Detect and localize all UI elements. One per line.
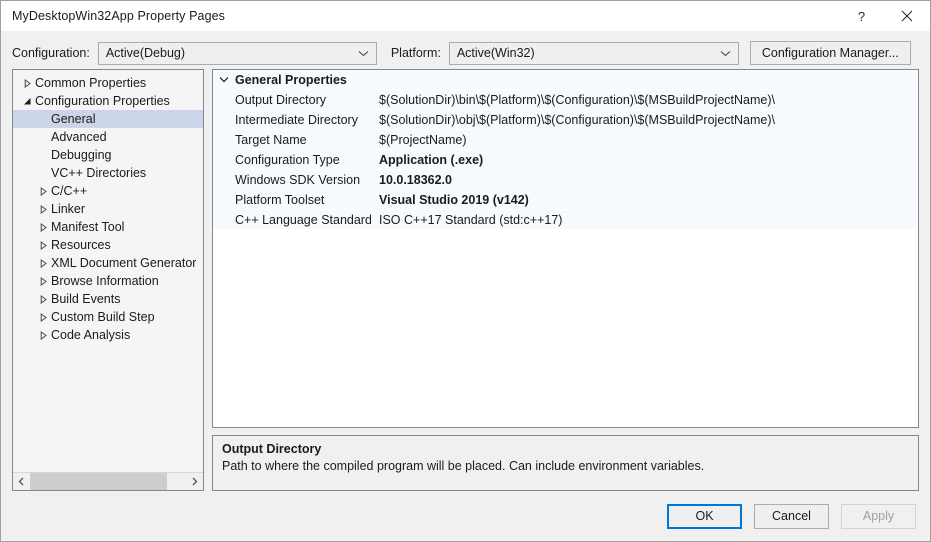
properties-tree[interactable]: Common Properties Configuration Propertie… [13, 70, 203, 472]
property-value[interactable]: ISO C++17 Standard (std:c++17) [371, 213, 918, 227]
description-title: Output Directory [222, 442, 322, 456]
property-row[interactable]: Platform Toolset Visual Studio 2019 (v142… [213, 189, 918, 209]
window-title: MyDesktopWin32App Property Pages [12, 9, 226, 23]
tree-item-common-properties[interactable]: Common Properties [13, 74, 203, 92]
property-row[interactable]: Windows SDK Version 10.0.18362.0 [213, 169, 918, 189]
triangle-right-icon[interactable] [19, 78, 35, 88]
property-name: Configuration Type [235, 152, 340, 167]
triangle-right-icon[interactable] [35, 222, 51, 232]
property-value[interactable]: Visual Studio 2019 (v142) [371, 193, 918, 207]
tree-item-resources[interactable]: Resources [13, 236, 203, 254]
configuration-dropdown-value: Active(Debug) [105, 46, 186, 60]
property-row[interactable]: Target Name $(ProjectName) [213, 129, 918, 149]
tree-item-advanced[interactable]: Advanced [13, 128, 203, 146]
properties-right-panel: General Properties Output Directory $(Sol… [212, 69, 919, 491]
chevron-down-icon [720, 46, 731, 60]
chevron-down-icon [358, 46, 369, 60]
svg-text:?: ? [858, 10, 865, 23]
triangle-right-icon[interactable] [35, 258, 51, 268]
tree-item-label: Custom Build Step [51, 310, 155, 324]
tree-item-label: Code Analysis [51, 328, 131, 342]
configuration-bar: Configuration: Active(Debug) Platform: A… [1, 37, 930, 69]
tree-item-manifest-tool[interactable]: Manifest Tool [13, 218, 203, 236]
configuration-dropdown[interactable]: Active(Debug) [97, 41, 377, 65]
ok-button[interactable]: OK [667, 503, 742, 529]
triangle-down-icon[interactable] [19, 97, 35, 106]
tree-item-label: General [51, 112, 96, 126]
tree-item-label: Resources [51, 238, 111, 252]
scrollbar-thumb[interactable] [30, 473, 168, 490]
platform-dropdown-value: Active(Win32) [456, 46, 535, 60]
tree-item-linker[interactable]: Linker [13, 200, 203, 218]
properties-tree-panel: Common Properties Configuration Propertie… [12, 69, 204, 491]
triangle-right-icon[interactable] [35, 312, 51, 322]
tree-item-label: Linker [51, 202, 86, 216]
property-row[interactable]: Configuration Type Application (.exe) [213, 149, 918, 169]
triangle-right-icon[interactable] [35, 294, 51, 304]
tree-item-debugging[interactable]: Debugging [13, 146, 203, 164]
tree-item-label: Browse Information [51, 274, 159, 288]
dialog-footer: OK Cancel Apply [1, 491, 930, 541]
description-text: Path to where the compiled program will … [222, 459, 705, 473]
property-grid-section-header[interactable]: General Properties [213, 70, 918, 89]
tree-item-label: Build Events [51, 292, 121, 306]
property-row[interactable]: Intermediate Directory $(SolutionDir)\obj… [213, 109, 918, 129]
tree-item-configuration-properties[interactable]: Configuration Properties [13, 92, 203, 110]
title-bar: MyDesktopWin32App Property Pages ? [1, 1, 930, 31]
tree-item-vc-directories[interactable]: VC++ Directories [13, 164, 203, 182]
property-grid-rows: Output Directory $(SolutionDir)\bin\$(Pla… [213, 89, 918, 229]
property-row[interactable]: Output Directory $(SolutionDir)\bin\$(Pla… [213, 89, 918, 109]
property-name: C++ Language Standard [235, 212, 371, 227]
chevron-left-icon[interactable] [13, 473, 30, 490]
tree-item-label: Common Properties [35, 76, 147, 90]
chevron-right-icon[interactable] [186, 473, 203, 490]
tree-horizontal-scrollbar[interactable] [13, 472, 203, 490]
property-pages-dialog: MyDesktopWin32App Property Pages ? Confi… [0, 0, 931, 542]
property-name: Intermediate Directory [235, 112, 358, 127]
tree-item-code-analysis[interactable]: Code Analysis [13, 326, 203, 344]
property-value[interactable]: Application (.exe) [371, 153, 918, 167]
triangle-right-icon[interactable] [35, 276, 51, 286]
tree-item-label: C/C++ [51, 184, 88, 198]
property-name: Output Directory [235, 92, 327, 107]
property-value[interactable]: 10.0.18362.0 [371, 173, 918, 187]
close-icon[interactable] [884, 1, 930, 31]
property-name: Platform Toolset [235, 192, 325, 207]
property-value[interactable]: $(SolutionDir)\bin\$(Platform)\$(Configu… [371, 93, 918, 107]
tree-item-label: Advanced [51, 130, 107, 144]
configuration-manager-button[interactable]: Configuration Manager... [749, 41, 911, 65]
cancel-button[interactable]: Cancel [754, 503, 829, 529]
tree-item-c-c[interactable]: C/C++ [13, 182, 203, 200]
tree-item-build-events[interactable]: Build Events [13, 290, 203, 308]
platform-label: Platform: [390, 46, 441, 60]
help-icon[interactable]: ? [839, 1, 884, 31]
property-value[interactable]: $(SolutionDir)\obj\$(Platform)\$(Configu… [371, 113, 918, 127]
scrollbar-track[interactable] [30, 473, 186, 490]
triangle-right-icon[interactable] [35, 186, 51, 196]
tree-item-label: Manifest Tool [51, 220, 125, 234]
tree-item-browse-information[interactable]: Browse Information [13, 272, 203, 290]
property-name: Windows SDK Version [235, 172, 361, 187]
property-value[interactable]: $(ProjectName) [371, 133, 918, 147]
tree-item-custom-build-step[interactable]: Custom Build Step [13, 308, 203, 326]
tree-item-label: VC++ Directories [51, 166, 147, 180]
triangle-right-icon[interactable] [35, 240, 51, 250]
property-grid-section-title: General Properties [235, 72, 347, 87]
platform-dropdown[interactable]: Active(Win32) [448, 41, 739, 65]
tree-item-general[interactable]: General [13, 110, 203, 128]
property-row[interactable]: C++ Language Standard ISO C++17 Standard … [213, 209, 918, 229]
tree-item-label: XML Document Generator [51, 256, 197, 270]
property-name: Target Name [235, 132, 307, 147]
chevron-down-icon[interactable] [213, 76, 235, 83]
apply-button: Apply [841, 503, 916, 529]
tree-item-xml-document-generator[interactable]: XML Document Generator [13, 254, 203, 272]
dialog-body: Common Properties Configuration Propertie… [1, 69, 930, 491]
tree-item-label: Configuration Properties [35, 94, 170, 108]
triangle-right-icon[interactable] [35, 204, 51, 214]
tree-item-label: Debugging [51, 148, 112, 162]
configuration-label: Configuration: [12, 46, 90, 60]
description-panel: Output Directory Path to where the compi… [212, 435, 919, 491]
property-grid: General Properties Output Directory $(Sol… [212, 69, 919, 428]
triangle-right-icon[interactable] [35, 330, 51, 340]
